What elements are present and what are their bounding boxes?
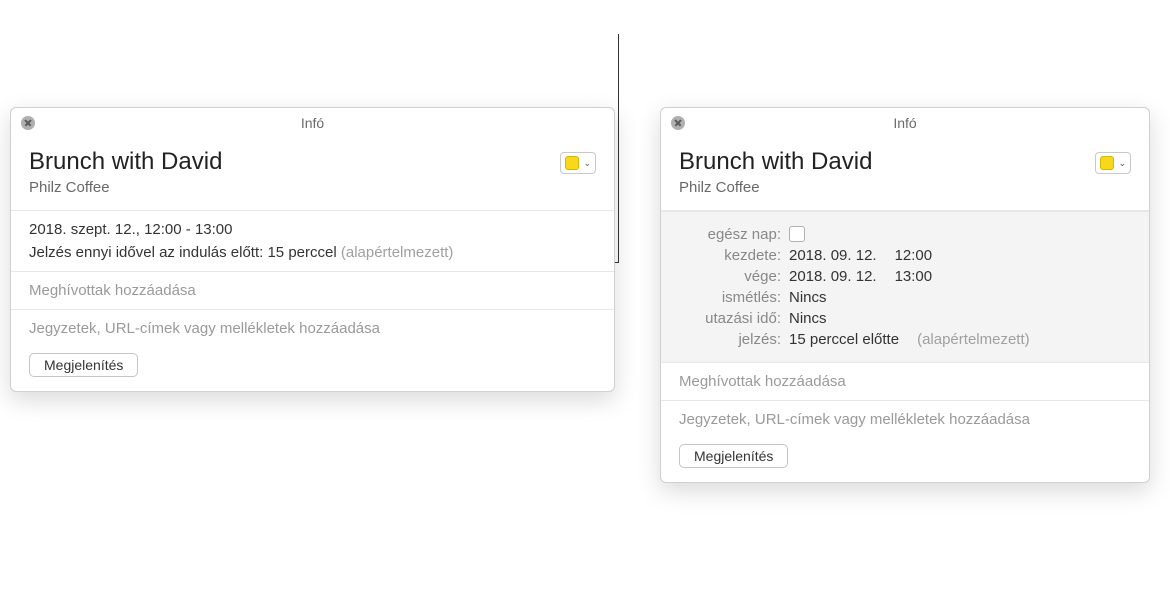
invitees-section[interactable]: Meghívottak hozzáadása	[11, 272, 614, 310]
all-day-label: egész nap:	[679, 226, 789, 243]
show-button[interactable]: Megjelenítés	[29, 353, 138, 377]
event-alert: Jelzés ennyi idővel az indulás előtt: 15…	[29, 244, 596, 261]
close-button[interactable]	[671, 116, 685, 130]
alert-default-label: (alapértelmezett)	[917, 331, 1030, 348]
alert-default-label: (alapértelmezett)	[341, 244, 454, 261]
event-title[interactable]: Brunch with David	[29, 148, 222, 177]
start-time[interactable]: 12:00	[895, 247, 933, 264]
all-day-row: egész nap:	[679, 226, 1131, 243]
ends-label: vége:	[679, 268, 789, 285]
travel-row: utazási idő: Nincs	[679, 310, 1131, 327]
event-title[interactable]: Brunch with David	[679, 148, 872, 177]
alert-label: jelzés:	[679, 331, 789, 348]
titlebar: Infó	[11, 108, 614, 138]
titlebar: Infó	[661, 108, 1149, 138]
invitees-placeholder: Meghívottak hozzáadása	[29, 282, 196, 299]
ends-row: vége: 2018. 09. 12. 13:00	[679, 268, 1131, 285]
event-time-range: 2018. szept. 12., 12:00 - 13:00	[29, 221, 596, 238]
invitees-section[interactable]: Meghívottak hozzáadása	[661, 363, 1149, 401]
alert-value[interactable]: 15 perccel előtte	[789, 331, 899, 348]
starts-row: kezdete: 2018. 09. 12. 12:00	[679, 247, 1131, 264]
chevron-down-icon: ⌄	[583, 158, 591, 169]
event-header: Brunch with David Philz Coffee ⌄	[11, 138, 614, 211]
event-location[interactable]: Philz Coffee	[679, 179, 872, 196]
calendar-color-swatch	[1100, 156, 1114, 170]
callout-connector	[618, 34, 619, 262]
end-date[interactable]: 2018. 09. 12.	[789, 268, 877, 285]
invitees-placeholder: Meghívottak hozzáadása	[679, 373, 846, 390]
event-details-grid: egész nap: kezdete: 2018. 09. 12. 12:00 …	[661, 211, 1149, 363]
calendar-picker[interactable]: ⌄	[560, 152, 596, 174]
repeat-value[interactable]: Nincs	[789, 289, 827, 306]
travel-label: utazási idő:	[679, 310, 789, 327]
notes-placeholder: Jegyzetek, URL-címek vagy mellékletek ho…	[679, 411, 1030, 428]
event-location[interactable]: Philz Coffee	[29, 179, 222, 196]
calendar-color-swatch	[565, 156, 579, 170]
alert-row: jelzés: 15 perccel előtte (alapértelmeze…	[679, 331, 1131, 348]
end-time[interactable]: 13:00	[895, 268, 933, 285]
travel-value[interactable]: Nincs	[789, 310, 827, 327]
alert-text: Jelzés ennyi idővel az indulás előtt: 15…	[29, 244, 337, 261]
notes-section[interactable]: Jegyzetek, URL-címek vagy mellékletek ho…	[661, 401, 1149, 438]
window-title: Infó	[661, 115, 1149, 131]
all-day-checkbox[interactable]	[789, 226, 805, 242]
repeat-label: ismétlés:	[679, 289, 789, 306]
show-button[interactable]: Megjelenítés	[679, 444, 788, 468]
event-header: Brunch with David Philz Coffee ⌄	[661, 138, 1149, 211]
starts-label: kezdete:	[679, 247, 789, 264]
event-info-panel-expanded: Infó Brunch with David Philz Coffee ⌄ eg…	[660, 107, 1150, 483]
repeat-row: ismétlés: Nincs	[679, 289, 1131, 306]
calendar-picker[interactable]: ⌄	[1095, 152, 1131, 174]
notes-placeholder: Jegyzetek, URL-címek vagy mellékletek ho…	[29, 320, 380, 337]
notes-section[interactable]: Jegyzetek, URL-címek vagy mellékletek ho…	[11, 310, 614, 347]
start-date[interactable]: 2018. 09. 12.	[789, 247, 877, 264]
time-section[interactable]: 2018. szept. 12., 12:00 - 13:00 Jelzés e…	[11, 211, 614, 272]
window-title: Infó	[11, 115, 614, 131]
chevron-down-icon: ⌄	[1118, 158, 1126, 169]
close-button[interactable]	[21, 116, 35, 130]
event-info-panel-collapsed: Infó Brunch with David Philz Coffee ⌄ 20…	[10, 107, 615, 392]
